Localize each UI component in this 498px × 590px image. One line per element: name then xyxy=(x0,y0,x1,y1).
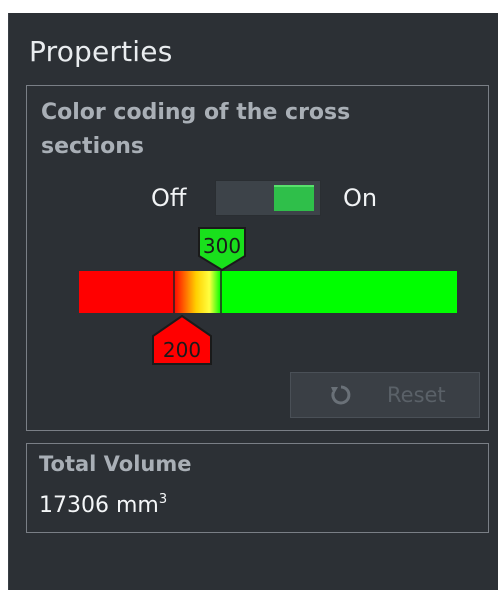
color-coding-title: Color coding of the cross sections xyxy=(41,100,351,159)
total-volume-value: 17306 mm3 xyxy=(39,492,167,518)
properties-panel: Properties Color coding of the cross sec… xyxy=(8,13,498,590)
color-ramp-bar[interactable] xyxy=(79,271,457,313)
total-volume-group: Total Volume 17306 mm3 xyxy=(26,443,489,533)
toggle-knob[interactable] xyxy=(274,185,314,211)
low-threshold-label: 200 xyxy=(162,338,202,362)
color-coding-toggle[interactable] xyxy=(215,180,321,216)
reset-icon xyxy=(331,385,351,405)
high-threshold-marker[interactable]: 300 xyxy=(197,226,247,272)
reset-button[interactable]: Reset xyxy=(290,372,480,418)
low-threshold-marker[interactable]: 200 xyxy=(151,314,212,366)
reset-button-label: Reset xyxy=(387,383,446,407)
total-volume-number: 17306 mm xyxy=(39,493,159,518)
unit-exponent: 3 xyxy=(158,492,168,507)
panel-title: Properties xyxy=(29,35,173,68)
toggle-off-label: Off xyxy=(151,184,187,212)
toggle-on-label: On xyxy=(343,184,378,212)
color-coding-group: Color coding of the cross sections Off O… xyxy=(26,85,489,431)
total-volume-title: Total Volume xyxy=(39,452,192,476)
color-ramp-editor: 300 200 xyxy=(69,226,459,366)
high-threshold-label: 300 xyxy=(202,234,242,258)
